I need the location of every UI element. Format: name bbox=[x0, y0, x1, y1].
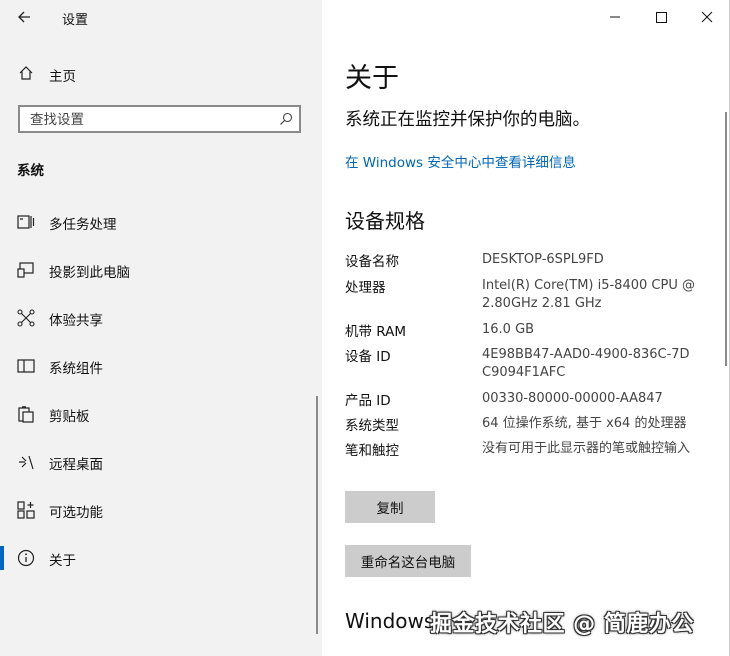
spec-key: 笔和触控 bbox=[345, 443, 399, 459]
project-icon bbox=[17, 262, 34, 278]
close-button[interactable] bbox=[684, 0, 730, 34]
minimize-icon bbox=[610, 16, 620, 18]
back-button[interactable] bbox=[12, 6, 36, 28]
sidebar-item-label: 投影到此电脑 bbox=[49, 265, 130, 281]
main-scrollbar[interactable] bbox=[725, 112, 727, 366]
spec-value: 00330-80000-00000-AA847 bbox=[482, 391, 663, 406]
spec-value: 4E98BB47-AAD0-4900-836C-7DC9094F1AFC bbox=[482, 347, 690, 380]
spec-value: Intel(R) Core(TM) i5-8400 CPU @ 2.80GHz … bbox=[482, 278, 695, 311]
rename-pc-button[interactable]: 重命名这台电脑 bbox=[345, 545, 471, 577]
spec-key: 产品 ID bbox=[345, 393, 391, 409]
sidebar-item-share[interactable]: 体验共享 bbox=[0, 294, 322, 342]
maximize-icon bbox=[656, 12, 667, 23]
section-title: 系统 bbox=[17, 163, 44, 179]
specs-heading: 设备规格 bbox=[345, 209, 425, 233]
copy-button[interactable]: 复制 bbox=[345, 491, 435, 523]
window-controls bbox=[570, 0, 730, 34]
sidebar-item-label: 体验共享 bbox=[49, 313, 103, 329]
spec-key: 设备 ID bbox=[345, 349, 391, 365]
spec-value: 16.0 GB bbox=[482, 322, 535, 337]
sidebar-item-components[interactable]: 系统组件 bbox=[0, 342, 322, 390]
sidebar-item-optional-features[interactable]: 可选功能 bbox=[0, 486, 322, 534]
sidebar-item-label: 剪贴板 bbox=[49, 409, 90, 425]
sidebar-item-label: 远程桌面 bbox=[49, 457, 103, 473]
security-center-link[interactable]: 在 Windows 安全中心中查看详细信息 bbox=[345, 151, 576, 171]
optional-features-icon bbox=[17, 501, 35, 519]
spec-value: 64 位操作系统, 基于 x64 的处理器 bbox=[482, 416, 687, 431]
sidebar-item-clipboard[interactable]: 剪贴板 bbox=[0, 390, 322, 438]
spec-value: 没有可用于此显示器的笔或触控输入 bbox=[482, 441, 691, 456]
sidebar-item-label: 系统组件 bbox=[49, 361, 103, 377]
info-icon bbox=[17, 549, 35, 567]
clipboard-icon bbox=[18, 406, 34, 423]
home-icon bbox=[19, 66, 33, 80]
sidebar-scrollbar[interactable] bbox=[316, 396, 318, 634]
remote-desktop-icon bbox=[19, 455, 34, 470]
spec-key: 处理器 bbox=[345, 280, 386, 296]
title-bar: 设置 bbox=[0, 0, 322, 34]
sidebar-item-label: 多任务处理 bbox=[49, 217, 117, 233]
spec-value: DESKTOP-6SPL9FD bbox=[482, 252, 604, 267]
spec-key: 系统类型 bbox=[345, 418, 399, 434]
windows-specs-heading: Windows bbox=[345, 609, 435, 633]
back-arrow-icon bbox=[18, 11, 30, 23]
share-icon bbox=[17, 309, 35, 327]
search-icon[interactable] bbox=[279, 112, 293, 126]
watermark: 掘金技术社区 @ 简鹿办公 bbox=[430, 612, 694, 637]
app-title: 设置 bbox=[62, 13, 89, 28]
maximize-button[interactable] bbox=[638, 0, 684, 34]
sidebar-item-about[interactable]: 关于 bbox=[0, 534, 322, 582]
sidebar: 设置 主页 系统 多任务处理 投影到此电脑 bbox=[0, 0, 322, 656]
sidebar-nav: 多任务处理 投影到此电脑 体验共享 系统组件 剪贴板 远程桌面 可选功能 关于 bbox=[0, 198, 322, 582]
search-box[interactable] bbox=[18, 105, 301, 133]
spec-key: 设备名称 bbox=[345, 254, 399, 270]
sidebar-item-multitasking[interactable]: 多任务处理 bbox=[0, 198, 322, 246]
sidebar-item-label: 主页 bbox=[49, 69, 76, 85]
protection-status: 系统正在监控并保护你的电脑。 bbox=[345, 110, 590, 130]
components-icon bbox=[17, 359, 35, 373]
sidebar-item-project[interactable]: 投影到此电脑 bbox=[0, 246, 322, 294]
page-title: 关于 bbox=[345, 63, 399, 94]
sidebar-item-label: 关于 bbox=[49, 553, 76, 569]
multitasking-icon bbox=[17, 215, 35, 229]
sidebar-item-remote-desktop[interactable]: 远程桌面 bbox=[0, 438, 322, 486]
main-content: 关于 系统正在监控并保护你的电脑。 在 Windows 安全中心中查看详细信息 … bbox=[322, 0, 730, 656]
search-input[interactable] bbox=[28, 109, 272, 131]
spec-key: 机带 RAM bbox=[345, 324, 407, 340]
sidebar-item-home[interactable]: 主页 bbox=[0, 60, 322, 88]
minimize-button[interactable] bbox=[592, 0, 638, 34]
sidebar-item-label: 可选功能 bbox=[49, 505, 103, 521]
close-icon bbox=[701, 11, 713, 23]
